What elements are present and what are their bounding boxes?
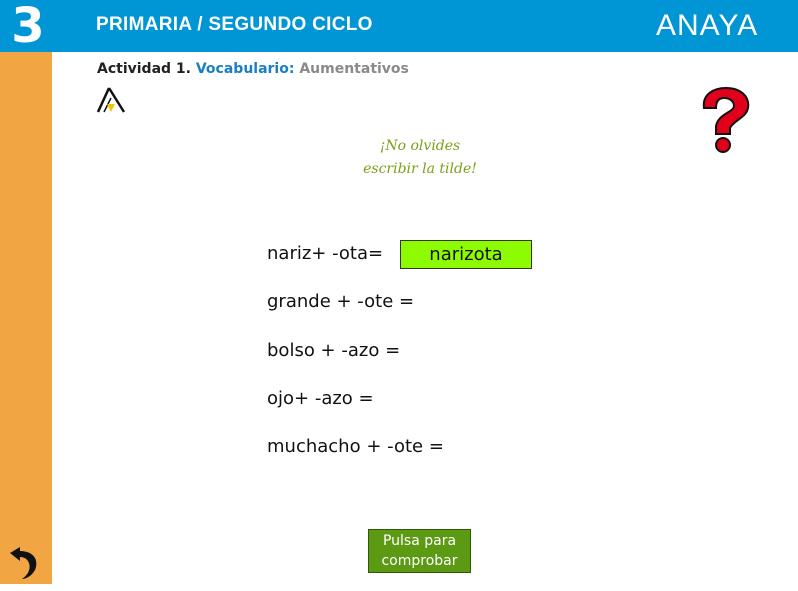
activity-topic: Aumentativos xyxy=(299,61,409,77)
bottom-strip xyxy=(0,584,798,591)
exercise-prompt-2: grande + -ote = xyxy=(267,291,415,312)
back-arrow-icon[interactable] xyxy=(6,545,44,581)
exercise-prompt-5: muchacho + -ote = xyxy=(267,436,444,457)
activity-category: Vocabulario: xyxy=(195,61,295,77)
hint-line-2: escribir la tilde! xyxy=(363,161,477,177)
activity-title: Actividad 1. Vocabulario: Aumentativos xyxy=(97,61,409,77)
brand-logo: ANAYA xyxy=(656,9,759,42)
answer-field-1[interactable]: narizota xyxy=(400,240,532,269)
hint-line-1: ¡No olvides xyxy=(379,138,461,154)
activity-number: Actividad 1. xyxy=(97,61,191,77)
anaya-a-logo-icon xyxy=(96,86,126,114)
hint-text: ¡No olvides escribir la tilde! xyxy=(340,135,500,181)
sidebar xyxy=(0,52,52,584)
header-title: PRIMARIA / SEGUNDO CICLO xyxy=(96,14,373,35)
exercise-prompt-4: ojo+ -azo = xyxy=(267,388,374,409)
grade-number: 3 xyxy=(11,0,45,54)
check-button-line-1: Pulsa para xyxy=(382,533,457,549)
exercise-prompt-3: bolso + -azo = xyxy=(267,340,401,361)
exercise-prompt-1: nariz+ -ota= xyxy=(267,243,384,264)
check-button-line-2: comprobar xyxy=(381,553,458,569)
header-bar: 3 PRIMARIA / SEGUNDO CICLO ANAYA xyxy=(0,0,798,54)
check-button[interactable]: Pulsa para comprobar xyxy=(368,529,471,573)
question-mark-icon[interactable] xyxy=(694,84,756,154)
